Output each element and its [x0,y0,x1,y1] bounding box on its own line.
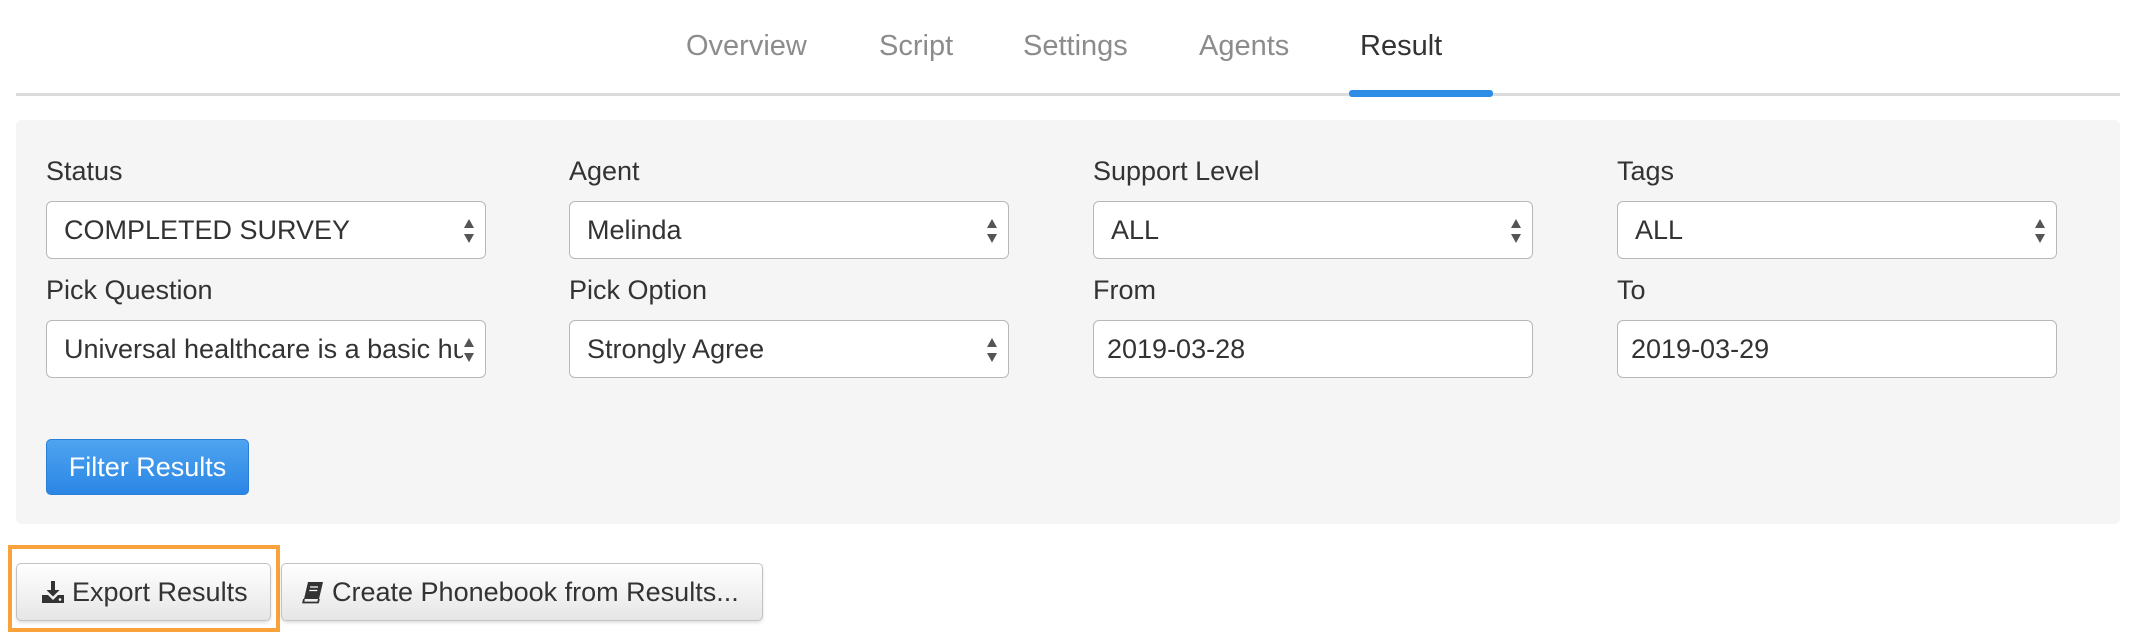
from-date-value: 2019-03-28 [1107,334,1246,364]
support-level-select-value: ALL [1111,215,1160,245]
status-label: Status [46,156,123,186]
agent-label: Agent [569,156,640,186]
tags-select[interactable]: ALL [1617,201,2057,259]
select-arrows-icon [464,338,474,362]
tab-result[interactable]: Result [1360,30,1442,63]
active-tab-indicator [1349,90,1493,97]
select-arrows-icon [464,219,474,243]
filter-results-button[interactable]: Filter Results [46,439,249,495]
pick-option-select[interactable]: Strongly Agree [569,320,1009,378]
support-level-label: Support Level [1093,156,1260,186]
tab-overview[interactable]: Overview [686,30,807,63]
create-phonebook-label: Create Phonebook from Results... [332,577,739,607]
to-date-value: 2019-03-29 [1631,334,1770,364]
pick-option-label: Pick Option [569,275,708,305]
tab-bar: Overview Script Settings Agents Result [16,0,2120,97]
agent-select-value: Melinda [587,215,682,245]
select-arrows-icon [2035,219,2045,243]
from-date-input[interactable]: 2019-03-28 [1093,320,1533,378]
tab-settings[interactable]: Settings [1023,30,1128,63]
pick-question-select-value: Universal healthcare is a basic hu [64,334,463,364]
status-select-value: COMPLETED SURVEY [64,215,351,245]
page: Overview Script Settings Agents Result S… [0,0,2136,636]
pick-option-select-value: Strongly Agree [587,334,765,364]
select-arrows-icon [1511,219,1521,243]
export-results-label: Export Results [72,577,248,607]
to-date-input[interactable]: 2019-03-29 [1617,320,2057,378]
status-select[interactable]: COMPLETED SURVEY [46,201,486,259]
book-icon [302,582,323,604]
agent-select[interactable]: Melinda [569,201,1009,259]
tags-select-value: ALL [1635,215,1684,245]
select-arrows-icon [987,219,997,243]
download-icon [42,581,64,603]
to-label: To [1617,275,1646,305]
from-label: From [1093,275,1156,305]
tab-script[interactable]: Script [879,30,953,63]
select-arrows-icon [987,338,997,362]
pick-question-label: Pick Question [46,275,213,305]
export-results-button[interactable]: Export Results [16,563,271,621]
pick-question-select[interactable]: Universal healthcare is a basic hu [46,320,486,378]
tags-label: Tags [1617,156,1675,186]
support-level-select[interactable]: ALL [1093,201,1533,259]
create-phonebook-button[interactable]: Create Phonebook from Results... [281,563,763,621]
tab-agents[interactable]: Agents [1199,30,1289,63]
